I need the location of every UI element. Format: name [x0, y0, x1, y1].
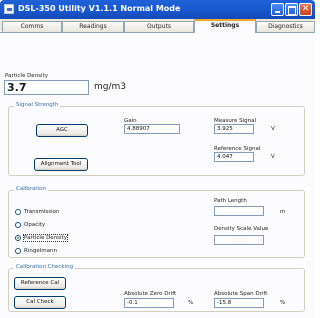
particle-density-units: mg/m3: [94, 82, 127, 92]
tab-diagnostics[interactable]: Diagnostics: [256, 21, 315, 32]
span-drift-label: Absolute Span Drift: [214, 291, 268, 297]
zero-drift-label: Absolute Zero Drift: [124, 291, 177, 297]
radio-particle-density-label: Particle Density: [23, 234, 68, 242]
tab-readings[interactable]: Readings: [62, 21, 124, 32]
reference-cal-button[interactable]: Reference Cal: [14, 277, 66, 290]
zero-drift-field[interactable]: -0.1: [124, 298, 174, 308]
agc-button[interactable]: AGC: [36, 124, 88, 137]
calibration-legend: Calibration: [14, 186, 48, 192]
radio-opacity[interactable]: [15, 222, 21, 228]
radio-ringelmann-label: Ringelmann: [24, 248, 57, 254]
cal-check-button[interactable]: Cal Check: [14, 296, 66, 309]
span-drift-field[interactable]: -15.8: [214, 298, 264, 308]
close-icon: ✕: [301, 4, 310, 14]
span-drift-units: %: [280, 300, 286, 306]
zero-drift-units: %: [188, 300, 194, 306]
radio-transmission[interactable]: [15, 209, 21, 215]
tab-settings[interactable]: Settings: [194, 19, 256, 33]
path-length-units: m: [280, 209, 286, 215]
minimize-button[interactable]: [271, 3, 284, 16]
path-length-field[interactable]: [214, 206, 264, 216]
radio-particle-density[interactable]: [15, 235, 21, 241]
reference-signal-units: V: [271, 154, 275, 160]
radio-ringelmann[interactable]: [15, 248, 21, 254]
title-bar: DSL-350 Utility V1.1.1 Normal Mode ✕: [0, 0, 315, 19]
maximize-button[interactable]: [285, 3, 298, 16]
measure-signal-field[interactable]: 3.925: [214, 124, 254, 134]
window-title: DSL-350 Utility V1.1.1 Normal Mode: [18, 4, 181, 13]
radio-transmission-label: Transmission: [24, 209, 60, 215]
density-scale-label: Density Scale Value: [214, 226, 269, 232]
particle-density-value[interactable]: 3.7: [4, 80, 89, 95]
alignment-tool-button[interactable]: Alignment Tool: [34, 158, 88, 171]
calibration-checking-legend: Calibration Checking: [14, 264, 76, 270]
gain-field[interactable]: 4.88907: [124, 124, 180, 134]
path-length-label: Path Length: [214, 198, 247, 204]
measure-signal-units: V: [271, 126, 275, 132]
app-icon: [4, 4, 14, 14]
signal-strength-legend: Signal Strength: [14, 102, 61, 108]
close-button[interactable]: ✕: [299, 3, 312, 16]
tab-outputs[interactable]: Outputs: [124, 21, 194, 32]
tab-comms[interactable]: Comms: [2, 21, 62, 32]
density-scale-field[interactable]: [214, 235, 264, 245]
particle-density-label: Particle Density: [5, 73, 48, 79]
radio-opacity-label: Opacity: [24, 222, 46, 228]
reference-signal-field[interactable]: 4.047: [214, 152, 254, 162]
